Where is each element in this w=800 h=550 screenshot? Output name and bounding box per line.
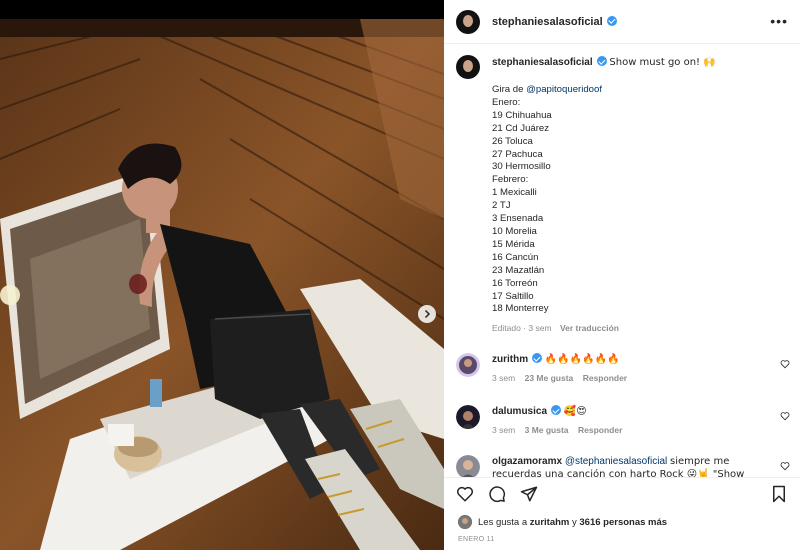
bookmark-icon[interactable] (770, 485, 788, 503)
comment-mention[interactable]: @stephaniesalasoficial (565, 456, 667, 467)
caption-title: Show must go on! 🙌 (609, 57, 716, 68)
heart-icon[interactable] (456, 485, 474, 503)
comment-username[interactable]: dalumusica (492, 405, 562, 417)
more-options-icon[interactable]: ••• (770, 14, 788, 28)
comment-meta: 3 sem 3 Me gusta Responder (492, 425, 786, 435)
comment-like-heart-icon[interactable] (780, 461, 790, 471)
comment-username[interactable]: zurithm (492, 353, 543, 365)
caption-line: 2 TJ (492, 200, 511, 212)
verified-badge-icon (551, 405, 562, 416)
likes-conj: y (572, 516, 577, 528)
post-header: stephaniesalasoficial ••• (444, 0, 800, 44)
comments-scroll-area[interactable]: stephaniesalasoficial Show must go on! 🙌… (444, 45, 800, 477)
caption-meta: Editado · 3 sem Ver traducción (492, 323, 619, 334)
post-date[interactable]: ENERO 11 (458, 536, 495, 543)
liker-avatar[interactable] (458, 515, 472, 529)
caption-line: 19 Chihuahua (492, 109, 552, 121)
caption-line: 3 Ensenada (492, 213, 544, 225)
caption-line: 18 Monterrey (492, 303, 549, 315)
comment: dalumusica 🥰😍 3 sem 3 Me gusta Responder (444, 405, 800, 435)
post-details-panel: stephaniesalasoficial ••• stephaniesalas… (444, 0, 800, 550)
comment-text: zurithm 🔥🔥🔥🔥🔥🔥 (492, 353, 786, 366)
commenter-avatar[interactable] (456, 353, 480, 378)
author-avatar[interactable] (456, 9, 480, 34)
caption: stephaniesalasoficial Show must go on! 🙌… (444, 45, 800, 333)
verified-badge-icon (596, 56, 607, 66)
post-actions: Les gusta a zuritahm y 3616 personas más… (444, 477, 800, 550)
likes-summary: Les gusta a zuritahm y 3616 personas más (458, 515, 667, 529)
comment: zurithm 🔥🔥🔥🔥🔥🔥 3 sem 23 Me gusta Respond… (444, 353, 800, 383)
caption-age: 3 sem (528, 323, 552, 334)
reply-button[interactable]: Responder (578, 425, 622, 435)
comment-body: 🥰😍 (563, 406, 587, 418)
comment-username[interactable]: olgazamoramx (492, 456, 562, 467)
caption-line: 15 Mérida (492, 238, 535, 250)
caption-line: 16 Cancún (492, 251, 539, 263)
comment-text: olgazamoramx @stephaniesalasoficial siem… (492, 455, 786, 477)
likes-user[interactable]: zuritahm (530, 517, 570, 528)
post-photo[interactable] (0, 19, 444, 550)
caption-line: 1 Mexicalli (492, 187, 537, 199)
comment-meta: 3 sem 23 Me gusta Responder (492, 373, 786, 383)
caption-line: 26 Toluca (492, 135, 533, 147)
caption-mention[interactable]: @papitoqueridoof (526, 84, 602, 95)
reply-button[interactable]: Responder (583, 373, 627, 383)
chevron-right-icon (424, 309, 431, 319)
caption-header: stephaniesalasoficial Show must go on! 🙌 (492, 56, 786, 70)
caption-line: Febrero: (492, 174, 529, 186)
commenter-avatar[interactable] (456, 405, 480, 430)
caption-line: 21 Cd Juárez (492, 122, 550, 134)
caption-line: Gira de @papitoqueridoof (492, 84, 603, 95)
photo-illustration (0, 19, 444, 550)
caption-username[interactable]: stephaniesalasoficial (492, 56, 607, 68)
comment-body: 🔥🔥🔥🔥🔥🔥 (544, 354, 620, 366)
carousel-next-button[interactable] (418, 305, 436, 323)
commenter-avatar[interactable] (456, 455, 480, 477)
share-icon[interactable] (520, 485, 538, 503)
caption-line: Enero: (492, 96, 521, 108)
caption-line: 30 Hermosillo (492, 161, 551, 173)
comment-like-heart-icon[interactable] (780, 411, 790, 421)
comment-icon[interactable] (488, 485, 506, 503)
comment-like-heart-icon[interactable] (780, 359, 790, 369)
author-username[interactable]: stephaniesalasoficial (492, 15, 617, 28)
verified-badge-icon (606, 15, 617, 26)
translate-link[interactable]: Ver traducción (560, 323, 619, 333)
likes-prefix: Les gusta a (478, 516, 528, 528)
instagram-post-modal: stephaniesalasoficial ••• stephaniesalas… (0, 0, 800, 550)
likes-count[interactable]: 3616 personas más (579, 517, 667, 528)
verified-badge-icon (532, 353, 543, 364)
caption-line: 17 Saltillo (492, 290, 534, 302)
caption-line: 16 Torreón (492, 277, 538, 289)
comment-text: dalumusica 🥰😍 (492, 405, 786, 418)
caption-line: 27 Pachuca (492, 148, 543, 160)
action-icons (456, 485, 538, 503)
comment-likes[interactable]: 3 Me gusta (525, 425, 569, 435)
edited-label: Editado (492, 323, 521, 334)
caption-line: 23 Mazatlán (492, 264, 545, 276)
comment-likes[interactable]: 23 Me gusta (525, 373, 574, 383)
comment: olgazamoramx @stephaniesalasoficial siem… (444, 455, 800, 477)
comment-age: 3 sem (492, 373, 516, 384)
caption-avatar[interactable] (456, 55, 480, 79)
comment-age: 3 sem (492, 425, 516, 436)
caption-body: Gira de @papitoqueridoof Enero: 19 Chihu… (492, 84, 786, 316)
caption-line: 10 Morelia (492, 225, 537, 237)
